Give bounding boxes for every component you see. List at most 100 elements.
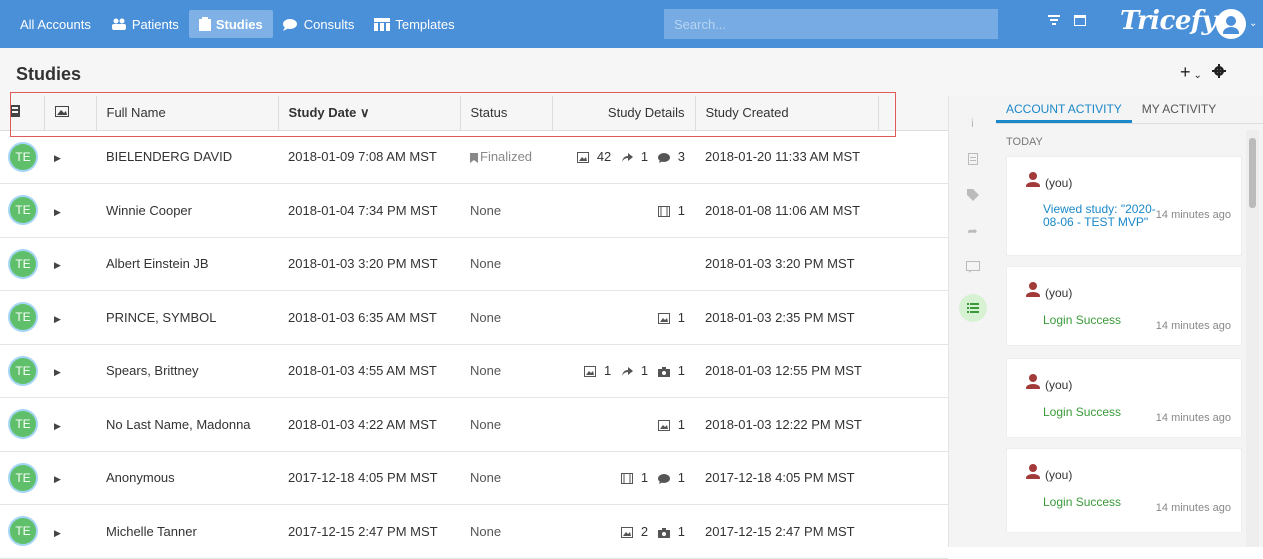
full-name-cell[interactable]: Albert Einstein JB [96,237,278,291]
nav-consults[interactable]: Consults [273,10,365,38]
comment-icon [657,470,672,485]
table-row[interactable]: TE ▶ Winnie Cooper 2018-01-04 7:34 PM MST No… [0,183,948,238]
activity-list-icon[interactable] [958,294,987,322]
avatar[interactable]: TE [10,304,36,331]
caret-right-icon[interactable]: ▶ [54,314,61,324]
expand-cell[interactable]: ▶ [44,290,96,345]
settings-button[interactable] [1211,62,1226,83]
filter-icon[interactable] [1048,14,1060,29]
expand-cell[interactable]: ▶ [44,237,96,291]
column-select[interactable] [0,96,45,131]
table-row[interactable]: TE ▶ Michelle Tanner 2017-12-15 2:47 PM MST… [0,504,948,559]
chevron-down-icon[interactable]: ⌄ [1249,18,1257,29]
activity-item[interactable]: (you) Login Success 14 minutes ago [1006,266,1242,346]
activity-item[interactable]: (you) Viewed study: "2020-08-06 - TEST M… [1006,156,1242,256]
search-input[interactable] [664,9,998,39]
avatar[interactable]: TE [10,411,36,438]
nav-all-accounts[interactable]: All Accounts [10,10,101,38]
study-details-cell: 1 [552,183,695,238]
column-status[interactable]: Status [460,96,553,131]
status-cell: None [460,504,552,559]
activity-action-link[interactable]: Viewed study: "2020-08-06 - TEST MVP" [1043,203,1163,229]
column-full-name[interactable]: Full Name [96,96,279,131]
studies-icon [198,17,211,31]
column-thumbnail[interactable] [44,96,97,131]
tab-account-activity[interactable]: ACCOUNT ACTIVITY [996,96,1132,123]
activity-item[interactable]: (you) Login Success 14 minutes ago [1006,448,1242,533]
study-created-cell: 2018-01-08 11:06 AM MST [695,183,878,238]
table-row[interactable]: TE ▶ BIELENDERG DAVID 2018-01-09 7:08 AM MS… [0,130,948,184]
avatar-cell: TE [0,504,44,559]
expand-cell[interactable]: ▶ [44,344,96,398]
studies-table: Full Name Study Date ∨ Status Study Deta… [0,96,949,559]
caret-right-icon[interactable]: ▶ [54,153,61,163]
expand-cell[interactable]: ▶ [44,130,96,184]
caret-right-icon[interactable]: ▶ [54,421,61,431]
activity-item[interactable]: (you) Login Success 14 minutes ago [1006,358,1242,438]
full-name-cell[interactable]: BIELENDERG DAVID [96,130,278,184]
avatar-cell: TE [0,397,44,452]
table-row[interactable]: TE ▶ No Last Name, Madonna 2018-01-03 4:22 … [0,397,948,452]
activity-time: 14 minutes ago [1155,502,1231,514]
avatar-cell: TE [0,451,44,505]
full-name-cell[interactable]: Winnie Cooper [96,183,278,238]
nav-studies[interactable]: Studies [188,10,273,38]
nav-templates[interactable]: Templates [364,10,464,38]
expand-cell[interactable]: ▶ [44,183,96,238]
avatar[interactable]: TE [10,357,36,384]
caret-right-icon[interactable]: ▶ [54,528,61,538]
full-name-cell[interactable]: PRINCE, SYMBOL [96,290,278,345]
caret-right-icon[interactable]: ▶ [54,367,61,377]
caret-right-icon[interactable]: ▶ [54,474,61,484]
expand-cell[interactable]: ▶ [44,397,96,452]
column-study-details[interactable]: Study Details [552,96,696,131]
comment-icon [657,149,672,164]
share-icon[interactable]: ➦ [964,222,982,240]
full-name-cell[interactable]: Spears, Brittney [96,344,278,398]
activity-user-label: (you) [1045,176,1073,190]
document-icon[interactable] [964,150,982,168]
image-icon [54,106,69,118]
activity-user-label: (you) [1045,378,1073,392]
column-study-created[interactable]: Study Created [695,96,879,131]
avatar[interactable]: TE [10,518,36,545]
expand-cell[interactable]: ▶ [44,504,96,559]
activity-user-label: (you) [1045,468,1073,482]
tab-my-activity[interactable]: MY ACTIVITY [1132,96,1226,123]
detail-count: 1 [640,470,649,486]
detail-count: 2 [640,523,649,539]
caret-right-icon[interactable]: ▶ [54,207,61,217]
table-row[interactable]: TE ▶ Albert Einstein JB 2018-01-03 3:20 PM … [0,237,948,291]
table-row[interactable]: TE ▶ Spears, Brittney 2018-01-03 4:55 AM MS… [0,344,948,398]
study-date-cell: 2018-01-03 6:35 AM MST [278,290,460,345]
full-name-cell[interactable]: Anonymous [96,451,278,505]
expand-cell[interactable]: ▶ [44,451,96,505]
avatar[interactable]: TE [10,250,36,277]
avatar[interactable]: TE [10,197,36,224]
image-icon [657,417,672,432]
table-row[interactable]: TE ▶ Anonymous 2017-12-18 4:05 PM MST None 1 … [0,451,948,505]
avatar[interactable]: TE [10,143,36,170]
scrollbar-thumb[interactable] [1249,138,1256,208]
detail-count: 1 [677,363,685,379]
add-button[interactable]: + ⌄ [1180,62,1202,83]
full-name-cell[interactable]: No Last Name, Madonna [96,397,278,452]
activity-panel: ACCOUNT ACTIVITY MY ACTIVITY TODAY (you)… [996,96,1263,547]
column-study-date[interactable]: Study Date ∨ [278,96,461,131]
caret-right-icon[interactable]: ▶ [54,260,61,270]
avatar[interactable]: TE [10,464,36,491]
detail-count: 1 [677,416,685,432]
top-icons [1048,14,1086,29]
full-name-cell[interactable]: Michelle Tanner [96,504,278,559]
user-avatar[interactable] [1216,9,1246,39]
info-icon[interactable]: i [964,114,982,132]
table-row[interactable]: TE ▶ PRINCE, SYMBOL 2018-01-03 6:35 AM MST N… [0,290,948,345]
status-label: None [470,523,502,539]
activity-time: 14 minutes ago [1155,412,1231,424]
nav-patients[interactable]: Patients [101,10,189,38]
calendar-icon[interactable] [1074,14,1086,29]
status-cell: None [460,451,552,505]
activity-scrollbar[interactable] [1246,130,1259,547]
tag-icon[interactable] [964,186,982,204]
comment-icon[interactable] [964,258,982,276]
